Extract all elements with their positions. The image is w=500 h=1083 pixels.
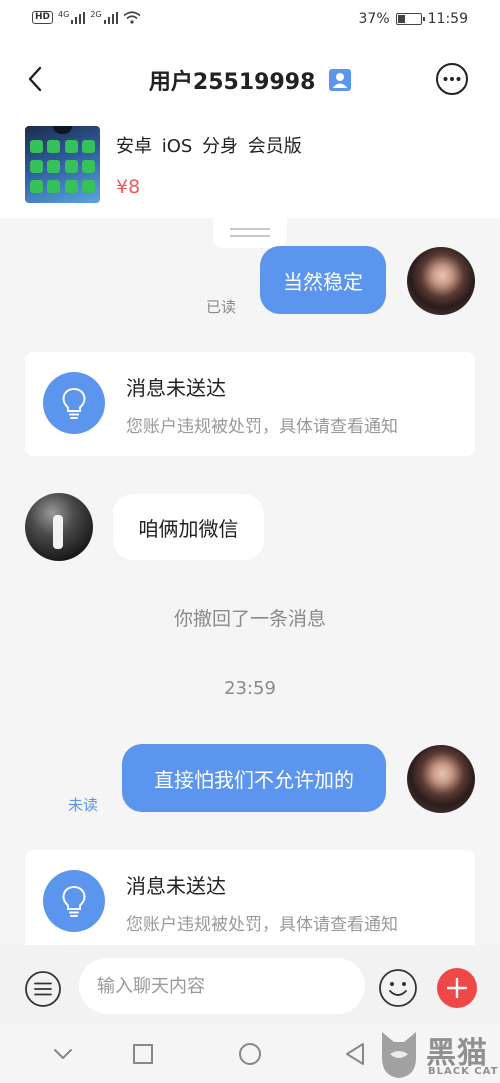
system-notice[interactable]: 消息未送达 您账户违规被处罚，具体请查看通知: [25, 850, 475, 954]
more-icon[interactable]: [435, 62, 469, 96]
message-bubble-sent[interactable]: 当然稳定: [260, 246, 386, 314]
notice-title: 消息未送达: [126, 874, 226, 898]
back-icon[interactable]: [342, 1041, 368, 1067]
phone-notch: [53, 126, 72, 134]
system-notice[interactable]: 消息未送达 您账户违规被处罚，具体请查看通知: [25, 352, 475, 456]
notice-description: 您账户违规被处罚，具体请查看通知: [126, 417, 398, 437]
wifi-icon: [123, 11, 141, 24]
recents-icon[interactable]: [130, 1041, 156, 1067]
signal-icon-2: [103, 11, 118, 24]
network-type-1: 4G: [58, 10, 70, 19]
product-price: ¥8: [116, 176, 141, 198]
app-icon-grid: [29, 140, 96, 193]
avatar-self[interactable]: [407, 247, 475, 315]
plus-button[interactable]: [437, 968, 477, 1008]
recall-notice: 你撤回了一条消息: [173, 608, 326, 630]
app-icon: [47, 140, 61, 153]
message-text: 当然稳定: [283, 269, 363, 294]
message-bubble-received[interactable]: 咱俩加微信: [113, 494, 264, 560]
hd-icon: HD: [32, 11, 54, 24]
emoji-icon[interactable]: [378, 968, 418, 1008]
app-icon: [64, 180, 78, 193]
message-bubble-sent[interactable]: 直接怕我们不允许加的: [122, 744, 386, 812]
handle-line: [230, 228, 270, 230]
menu-icon[interactable]: [24, 970, 62, 1008]
chat-title: 用户25519998: [0, 64, 500, 96]
app-icon: [64, 160, 78, 173]
chevron-down-icon[interactable]: [50, 1041, 76, 1067]
network-type-2: 2G: [90, 10, 102, 19]
message-input[interactable]: [79, 958, 365, 1014]
product-thumbnail[interactable]: [25, 126, 100, 203]
app-icon: [64, 140, 78, 153]
lightbulb-icon: [43, 372, 105, 434]
message-text: 咱俩加微信: [138, 516, 239, 541]
battery-icon: [395, 13, 425, 25]
clock: 11:59: [427, 11, 468, 27]
input-bar: [0, 945, 500, 1025]
signal-icon: [71, 11, 86, 24]
avatar-self[interactable]: [407, 745, 475, 813]
page-title: 用户25519998: [148, 70, 316, 95]
app-icon: [47, 160, 61, 173]
unread-status: 未读: [68, 796, 99, 814]
message-text: 直接怕我们不允许加的: [154, 767, 354, 792]
avatar-figure: [53, 515, 63, 549]
watermark: 黑猫 BLACK CAT: [376, 1028, 500, 1083]
product-name[interactable]: 安卓 iOS 分身 会员版: [116, 132, 302, 158]
app-icon: [82, 160, 96, 173]
watermark-text-en: BLACK CAT: [428, 1066, 499, 1077]
battery-percent: 37%: [358, 11, 390, 27]
app-icon: [29, 160, 43, 173]
user-badge-icon[interactable]: [329, 69, 352, 91]
app-icon: [82, 140, 96, 153]
chat-header: 用户25519998: [0, 40, 500, 118]
app-icon: [29, 140, 43, 153]
status-left: HD 4G 2G: [32, 11, 141, 24]
timestamp: 23:59: [224, 678, 276, 699]
battery-fill: [397, 15, 406, 23]
home-icon[interactable]: [237, 1041, 263, 1067]
notice-title: 消息未送达: [126, 376, 226, 400]
app-icon: [47, 180, 61, 193]
black-cat-logo-icon: [382, 1032, 416, 1078]
plus-icon: [446, 977, 468, 999]
avatar-contact[interactable]: [25, 493, 93, 561]
lightbulb-icon: [43, 870, 105, 932]
status-bar: HD 4G 2G 37% 11:59: [0, 0, 500, 40]
drag-handle[interactable]: [213, 216, 287, 248]
product-card[interactable]: 安卓 iOS 分身 会员版 ¥8: [0, 118, 500, 218]
status-right: 37% 11:59: [359, 11, 468, 27]
app-icon: [29, 180, 43, 193]
notice-description: 您账户违规被处罚，具体请查看通知: [126, 915, 398, 935]
read-status: 已读: [206, 298, 237, 316]
app-icon: [82, 180, 96, 193]
handle-line: [230, 235, 270, 237]
